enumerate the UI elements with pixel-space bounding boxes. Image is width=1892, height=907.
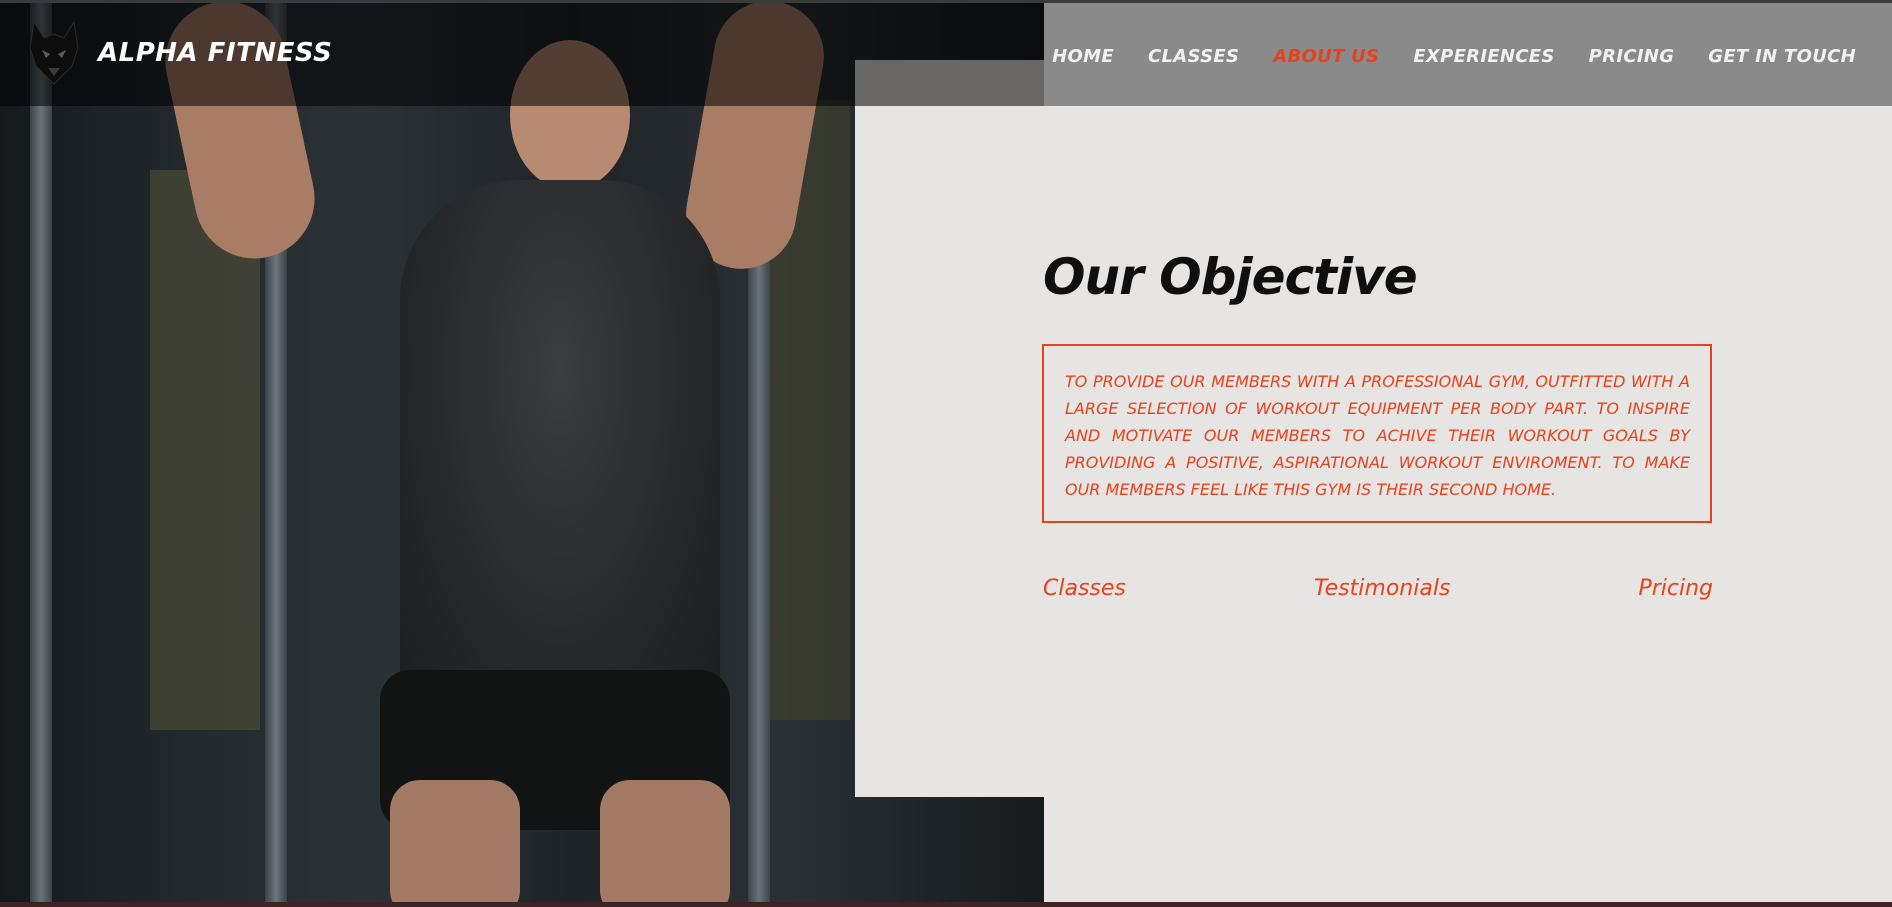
- link-classes[interactable]: Classes: [1043, 576, 1126, 601]
- nav-get-in-touch[interactable]: GET IN TOUCH: [1708, 46, 1856, 67]
- objective-box: TO PROVIDE OUR MEMBERS WITH A PROFESSION…: [1042, 344, 1712, 523]
- objective-text: TO PROVIDE OUR MEMBERS WITH A PROFESSION…: [1065, 372, 1690, 499]
- brand-name: ALPHA FITNESS: [98, 38, 333, 68]
- nav-experiences[interactable]: EXPERIENCES: [1413, 46, 1554, 67]
- bottom-divider: [0, 902, 1892, 907]
- nav-about-us[interactable]: ABOUT US: [1273, 46, 1379, 67]
- wolf-icon: [29, 20, 79, 85]
- rack-post: [30, 0, 52, 907]
- nav-home[interactable]: HOME: [1052, 46, 1114, 67]
- main-nav: HOME CLASSES ABOUT US EXPERIENCES PRICIN…: [1018, 46, 1856, 67]
- nav-pricing[interactable]: PRICING: [1589, 46, 1675, 67]
- brand[interactable]: ALPHA FITNESS: [28, 20, 332, 86]
- link-testimonials[interactable]: Testimonials: [1314, 576, 1450, 601]
- nav-classes[interactable]: CLASSES: [1148, 46, 1239, 67]
- athlete-leg: [600, 780, 730, 907]
- athlete-leg: [390, 780, 520, 907]
- link-pricing[interactable]: Pricing: [1638, 576, 1713, 601]
- objective-title: Our Objective: [1043, 248, 1418, 306]
- athlete-tank-top: [400, 180, 720, 720]
- section-links: Classes Testimonials Pricing: [1043, 576, 1713, 601]
